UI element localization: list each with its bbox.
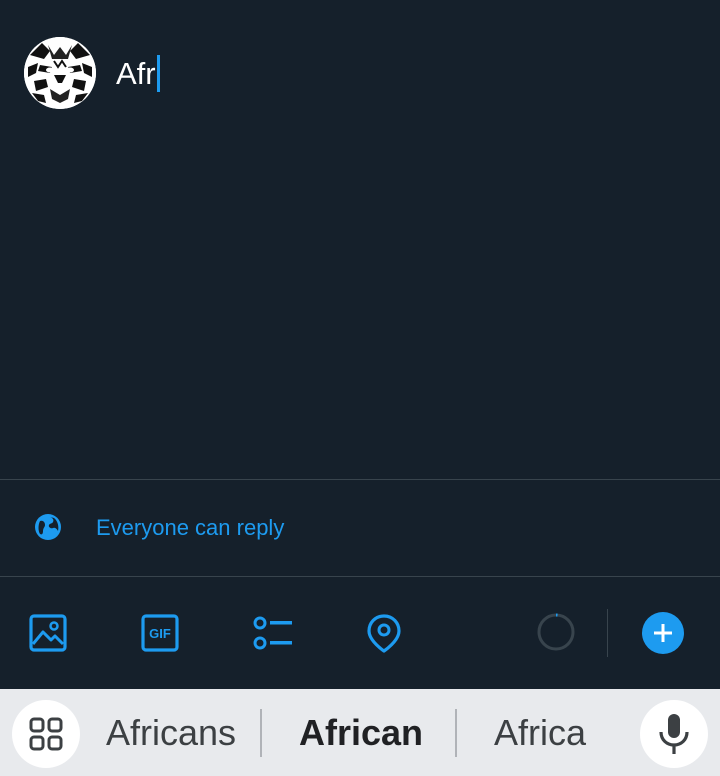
microphone-icon bbox=[659, 714, 689, 754]
add-thread-button[interactable] bbox=[642, 612, 684, 654]
plus-icon bbox=[654, 624, 672, 642]
location-button[interactable] bbox=[364, 613, 404, 653]
location-icon bbox=[367, 614, 401, 653]
compose-area: Afr bbox=[0, 0, 720, 480]
globe-icon bbox=[35, 514, 61, 540]
compose-input[interactable]: Afr bbox=[116, 54, 160, 94]
keyboard-apps-button[interactable] bbox=[12, 700, 80, 768]
avatar[interactable] bbox=[24, 37, 96, 109]
suggestion-separator bbox=[260, 709, 262, 757]
reply-settings-label: Everyone can reply bbox=[96, 515, 285, 540]
poll-icon bbox=[253, 616, 292, 650]
tiger-avatar-image bbox=[24, 37, 96, 109]
suggestion-africans[interactable]: Africans bbox=[106, 712, 236, 754]
suggestion-separator bbox=[455, 709, 457, 757]
compose-input-text: Afr bbox=[116, 56, 156, 91]
text-caret bbox=[156, 55, 160, 93]
voice-input-button[interactable] bbox=[640, 700, 708, 768]
reply-settings-button[interactable]: Everyone can reply bbox=[0, 480, 720, 576]
keyboard-suggestion-bar: Africans African Africa bbox=[0, 689, 720, 776]
suggestion-africa[interactable]: Africa bbox=[494, 712, 586, 754]
gif-icon: GIF bbox=[141, 614, 179, 652]
gif-button[interactable]: GIF bbox=[140, 613, 180, 653]
suggestion-african[interactable]: African bbox=[299, 712, 423, 754]
poll-button[interactable] bbox=[252, 613, 292, 653]
apps-grid-icon bbox=[29, 717, 63, 751]
character-count-progress bbox=[537, 613, 575, 651]
image-button[interactable] bbox=[28, 613, 68, 653]
gif-label: GIF bbox=[149, 626, 171, 641]
image-icon bbox=[29, 614, 67, 652]
toolbar-separator bbox=[607, 609, 608, 657]
compose-toolbar: GIF bbox=[0, 577, 720, 689]
